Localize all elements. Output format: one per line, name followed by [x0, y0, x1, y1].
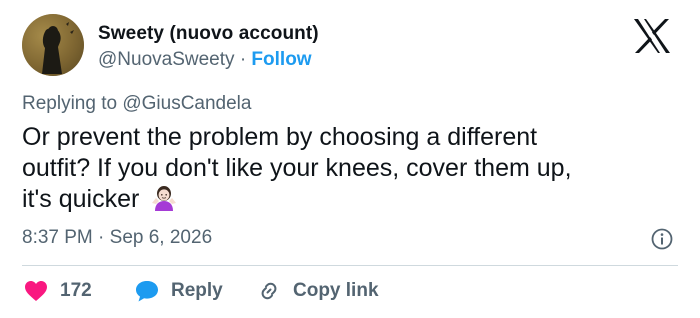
reply-label: Reply [171, 280, 223, 301]
reply-target-handle[interactable]: @GiusCandela [122, 93, 251, 114]
like-button[interactable]: 172 [24, 276, 92, 306]
action-bar: 172 Reply Copy link [0, 276, 700, 306]
avatar-image-icon [22, 14, 84, 76]
info-icon[interactable] [651, 228, 673, 250]
copy-link-label: Copy link [293, 280, 379, 301]
tweet-text-line: outfit? If you don't like your knees, co… [22, 154, 572, 182]
author-handle[interactable]: @NuovaSweety [98, 49, 235, 70]
handle-separator: · [239, 49, 247, 70]
tweet-text-line: it's quicker [22, 185, 140, 213]
tweet-text-line-last: it's quicker [22, 184, 662, 215]
timestamp-separator: · [98, 227, 105, 248]
tweet-card: Sweety (nuovo account) @NuovaSweety · Fo… [0, 0, 700, 318]
tweet-time: 8:37 PM [22, 227, 93, 248]
x-logo-icon[interactable] [632, 18, 672, 54]
tweet-text-line: Or prevent the problem by choosing a dif… [22, 123, 538, 151]
tweet-text: Or prevent the problem by choosing a dif… [22, 122, 662, 215]
reply-bubble-icon [136, 281, 158, 302]
follow-button[interactable]: Follow [251, 49, 311, 70]
replying-to: Replying to @GiusCandela [22, 93, 251, 115]
reply-button[interactable]: Reply [135, 276, 223, 306]
tweet-timestamp[interactable]: 8:37 PM · Sep 6, 2026 [22, 227, 212, 249]
author-handle-row: @NuovaSweety · Follow [98, 49, 312, 71]
replying-to-prefix: Replying to [22, 93, 123, 114]
person-shrugging-emoji-icon [152, 186, 177, 211]
link-icon [261, 282, 277, 300]
heart-icon [25, 281, 47, 301]
copy-link-button[interactable]: Copy link [257, 276, 379, 306]
like-count: 172 [60, 280, 92, 301]
tweet-date: Sep 6, 2026 [109, 227, 213, 248]
avatar[interactable] [22, 14, 84, 76]
divider [22, 265, 678, 266]
author-name[interactable]: Sweety (nuovo account) [98, 23, 319, 45]
